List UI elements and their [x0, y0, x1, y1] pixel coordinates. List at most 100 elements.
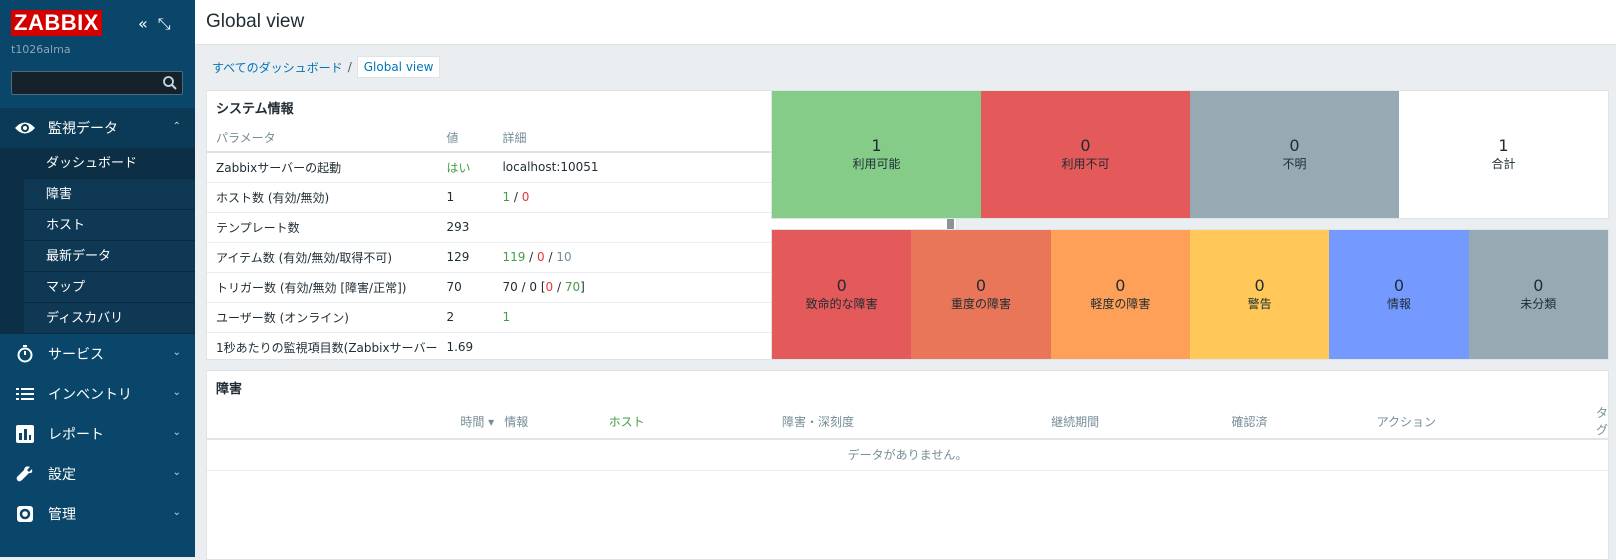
server-hostname: t1026alma — [11, 43, 71, 56]
menu-configuration[interactable]: 設定 ⌄ — [0, 454, 195, 494]
tile-label: 不明 — [1282, 157, 1307, 171]
detail-enabled: 1 — [502, 190, 511, 204]
value-cell: 1.69 — [437, 332, 494, 359]
column-header: 情報 — [504, 404, 574, 440]
column-header: 障害・深刻度 — [781, 404, 961, 440]
breadcrumb-current[interactable]: Global view — [356, 56, 441, 78]
tile-label: 致命的な障害 — [805, 297, 878, 311]
value-cell: 293 — [437, 212, 494, 243]
submenu-hosts[interactable]: ホスト — [24, 210, 195, 241]
menu-label: 設定 — [48, 467, 76, 483]
detail-unsupported: 10 — [556, 250, 572, 264]
menu-reports[interactable]: レポート ⌄ — [0, 414, 195, 454]
stopwatch-icon — [14, 343, 36, 365]
tile-label: 利用不可 — [1061, 157, 1110, 171]
monitoring-submenu: ダッシュボード 障害 ホスト 最新データ マップ ディスカバリ — [0, 148, 195, 334]
severity-high[interactable]: 0 重度の障害 — [911, 230, 1051, 359]
column-header: 値 — [437, 124, 494, 153]
list-icon — [14, 383, 36, 405]
column-header-time[interactable]: 時間 ▾ — [207, 404, 505, 440]
value-cell: はい — [437, 152, 494, 183]
tile-count: 0 — [975, 276, 987, 295]
tile-count: 0 — [1254, 276, 1265, 295]
tile-label: 軽度の障害 — [1090, 297, 1151, 311]
menu-services[interactable]: サービス ⌄ — [0, 334, 195, 374]
host-availability-widget: 1 利用可能 0 利用不可 0 不明 1 合計 — [771, 90, 1609, 219]
eye-icon — [14, 117, 36, 139]
menu-administration[interactable]: 管理 ⌄ — [0, 494, 195, 534]
column-header: パラメータ — [207, 124, 438, 153]
value-cell: 129 — [437, 242, 494, 273]
param-cell: ユーザー数 (オンライン) — [207, 302, 438, 333]
param-cell: Zabbixサーバーの起動 — [207, 152, 438, 183]
detail-sep: / — [525, 250, 538, 264]
column-header: 継続期間 — [960, 404, 1100, 440]
submenu-discovery[interactable]: ディスカバリ — [24, 303, 195, 334]
tile-count: 0 — [1289, 136, 1300, 155]
tile-label: 未分類 — [1520, 297, 1557, 311]
chevron-down-icon: ⌄ — [172, 467, 181, 478]
tile-count: 0 — [1080, 136, 1091, 155]
detail-text: 70 / 0 [ — [502, 280, 546, 294]
tile-label: 重度の障害 — [950, 297, 1011, 311]
submenu-problems[interactable]: 障害 — [24, 179, 195, 210]
chevron-up-icon: ⌃ — [172, 121, 181, 132]
wrench-icon — [14, 463, 36, 485]
param-cell: アイテム数 (有効/無効/取得不可) — [207, 242, 438, 273]
severity-information[interactable]: 0 情報 — [1329, 230, 1469, 359]
severity-warning[interactable]: 0 警告 — [1189, 230, 1330, 359]
search-input[interactable] — [11, 71, 183, 95]
menu-label: 管理 — [48, 507, 76, 523]
problems-widget: 障害 時間 ▾ 情報 ホスト 障害・深刻度 継続期間 確認済 アクション タグ … — [206, 370, 1609, 560]
value-cell: 2 — [437, 302, 494, 333]
menu-label: インベントリ — [48, 387, 132, 403]
detail-ok: 70 — [564, 280, 581, 294]
search-icon[interactable] — [162, 75, 178, 91]
zabbix-logo[interactable]: ZABBIX — [11, 10, 102, 36]
tile-label: 利用可能 — [852, 157, 901, 171]
chevron-down-icon: ⌄ — [172, 427, 181, 438]
tile-label: 警告 — [1247, 297, 1272, 311]
column-header: アクション — [1267, 404, 1436, 440]
detail-disabled: 0 — [521, 190, 530, 204]
availability-total[interactable]: 1 合計 — [1399, 91, 1608, 218]
detail-sep: / — [553, 280, 565, 294]
chevron-down-icon: ⌄ — [172, 507, 181, 518]
availability-available[interactable]: 1 利用可能 — [772, 91, 981, 218]
value-cell: 1 — [437, 182, 494, 213]
submenu-dashboard[interactable]: ダッシュボード — [24, 148, 195, 179]
kiosk-mode-icon[interactable]: ⤡ — [158, 14, 171, 34]
breadcrumb-all-dashboards[interactable]: すべてのダッシュボード — [212, 59, 343, 76]
gear-icon — [14, 503, 36, 525]
param-cell: トリガー数 (有効/無効 [障害/正常]) — [207, 272, 438, 303]
menu-monitoring[interactable]: 監視データ ⌃ — [0, 108, 195, 148]
collapse-sidebar-icon[interactable]: « — [138, 14, 148, 34]
main-menu: 監視データ ⌃ ダッシュボード 障害 ホスト 最新データ マップ ディスカバリ … — [0, 108, 195, 534]
detail-sep: / — [510, 190, 522, 204]
column-header: タグ — [1435, 404, 1608, 440]
detail-enabled: 119 — [502, 250, 526, 264]
menu-label: 監視データ — [48, 121, 118, 137]
severity-average[interactable]: 0 軽度の障害 — [1050, 230, 1190, 359]
tile-label: 情報 — [1386, 297, 1411, 311]
menu-inventory[interactable]: インベントリ ⌄ — [0, 374, 195, 414]
detail-sep: / — [544, 250, 557, 264]
value-cell: 70 — [437, 272, 494, 303]
tile-count: 0 — [1393, 276, 1405, 295]
table-row: データがありません。 — [207, 439, 1608, 471]
availability-unavailable[interactable]: 0 利用不可 — [981, 91, 1190, 218]
param-cell: ホスト数 (有効/無効) — [207, 182, 438, 213]
page-header: Global view — [195, 0, 1616, 45]
param-cell: 1秒あたりの監視項目数(Zabbixサーバー — [207, 332, 438, 359]
submenu-latest-data[interactable]: 最新データ — [24, 241, 195, 272]
tile-label: 合計 — [1491, 157, 1516, 171]
column-header: 確認済 — [1099, 404, 1268, 440]
availability-unknown[interactable]: 0 不明 — [1190, 91, 1399, 218]
severity-disaster[interactable]: 0 致命的な障害 — [772, 230, 912, 359]
severity-not-classified[interactable]: 0 未分類 — [1468, 230, 1608, 359]
problems-table: 時間 ▾ 情報 ホスト 障害・深刻度 継続期間 確認済 アクション タグ データ… — [207, 404, 1608, 471]
param-cell: テンプレート数 — [207, 212, 438, 243]
detail-text: localhost:10051 — [502, 160, 599, 175]
submenu-maps[interactable]: マップ — [24, 272, 195, 303]
page-title: Global view — [206, 11, 305, 32]
